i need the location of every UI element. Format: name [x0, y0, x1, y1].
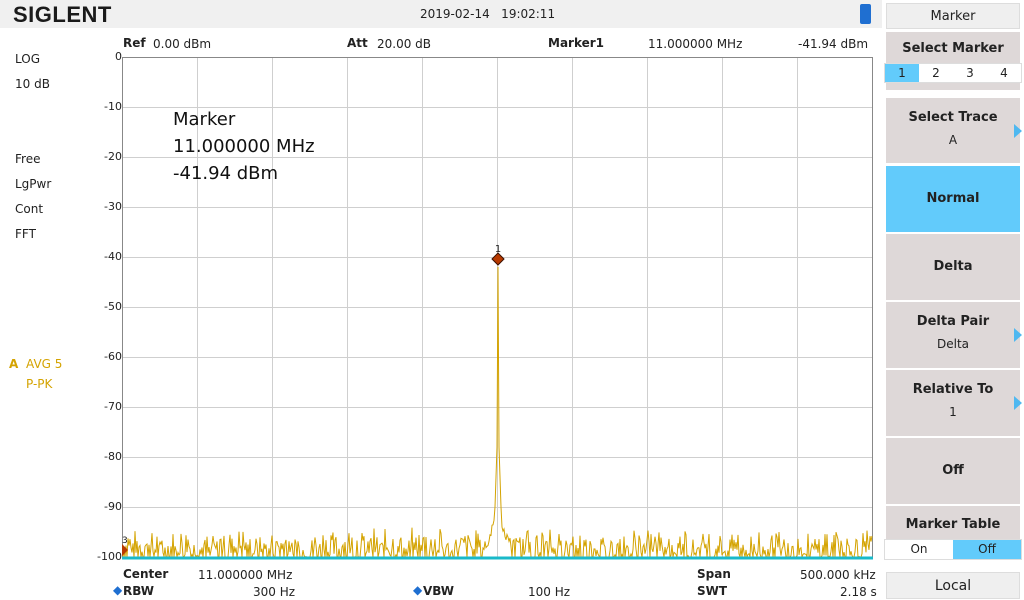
- arrow-right-icon: [1014, 396, 1022, 410]
- off-button[interactable]: Off: [886, 438, 1020, 504]
- sweep-mode: Cont: [15, 202, 44, 216]
- relative-to-button[interactable]: Relative To 1: [886, 370, 1022, 436]
- select-trace-button[interactable]: Select Trace A: [886, 98, 1022, 163]
- swt-label: SWT: [697, 584, 728, 598]
- normal-button[interactable]: Normal: [886, 166, 1020, 232]
- avg-type: LgPwr: [15, 177, 52, 191]
- delta-pair-label: Delta Pair: [916, 314, 990, 329]
- scale-div: 10 dB: [15, 77, 50, 91]
- marker-readout-amp: -41.94 dBm: [173, 163, 279, 184]
- marker-table-label: Marker Table: [905, 517, 1001, 532]
- y-tick-label: -10: [104, 100, 122, 113]
- rbw-label: RBW: [123, 584, 154, 598]
- ref-value: 0.00 dBm: [153, 37, 212, 51]
- y-tick-label: -80: [104, 450, 122, 463]
- marker-number: 1: [495, 244, 501, 255]
- marker-1[interactable]: 1: [491, 244, 505, 266]
- rbw-auto-icon: ◆: [113, 583, 123, 597]
- trace-id: A: [9, 357, 19, 371]
- ref-label: Ref: [123, 36, 146, 50]
- marker-table-toggle: On Off: [884, 539, 1022, 560]
- marker-readout: Marker 11.000000 MHz -41.94 dBm: [173, 106, 315, 187]
- y-tick-label: -60: [104, 350, 122, 363]
- marker-tab-4[interactable]: 4: [987, 64, 1021, 82]
- span-value[interactable]: 500.000 kHz: [800, 568, 876, 582]
- arrow-right-icon: [1014, 328, 1022, 342]
- att-value: 20.00 dB: [377, 37, 432, 51]
- delta-button[interactable]: Delta: [886, 234, 1020, 300]
- swt-value[interactable]: 2.18 s: [840, 585, 877, 599]
- center-label: Center: [123, 567, 169, 581]
- select-trace-value: A: [948, 133, 958, 147]
- trace-avg: AVG 5: [26, 357, 63, 371]
- softkey-menu: Marker Select Marker 1 2 3 4 Select Trac…: [882, 0, 1024, 600]
- marker-readout-title: Marker: [173, 109, 236, 130]
- menu-title: Marker: [886, 3, 1020, 29]
- vbw-label: VBW: [423, 584, 455, 598]
- marker-edge-label: 3: [122, 536, 128, 546]
- relative-to-value: 1: [949, 405, 957, 419]
- trigger-mode: Free: [15, 152, 41, 166]
- marker-readout-freq: 11.000000 MHz: [173, 136, 315, 157]
- marker-tabs: 1 2 3 4: [884, 63, 1022, 83]
- relative-to-label: Relative To: [912, 382, 994, 397]
- select-trace-label: Select Trace: [908, 110, 998, 125]
- marker-amp: -41.94 dBm: [798, 37, 869, 51]
- marker-table-off[interactable]: Off: [953, 540, 1021, 559]
- arrow-right-icon: [1014, 124, 1022, 138]
- att-label: Att: [347, 36, 368, 50]
- marker-freq: 11.000000 MHz: [648, 37, 743, 51]
- delta-pair-button[interactable]: Delta Pair Delta: [886, 302, 1022, 368]
- vbw-value[interactable]: 100 Hz: [528, 585, 570, 599]
- marker-tab-2[interactable]: 2: [919, 64, 953, 82]
- local-button[interactable]: Local: [886, 572, 1020, 599]
- y-tick-label: -90: [104, 500, 122, 513]
- siglent-logo: SIGLENT: [13, 2, 112, 27]
- y-tick-label: -50: [104, 300, 122, 313]
- marker-label: Marker1: [548, 36, 605, 50]
- marker-tab-3[interactable]: 3: [953, 64, 987, 82]
- center-value[interactable]: 11.000000 MHz: [198, 568, 292, 582]
- scale-type: LOG: [15, 52, 41, 66]
- trace-detector: P-PK: [26, 377, 53, 391]
- y-tick-label: -20: [104, 150, 122, 163]
- y-tick-label: -40: [104, 250, 122, 263]
- y-tick-label: -100: [97, 550, 122, 563]
- rbw-value[interactable]: 300 Hz: [253, 585, 295, 599]
- span-label: Span: [697, 567, 731, 581]
- datetime: 2019-02-14 19:02:11: [420, 7, 556, 21]
- battery-icon: [860, 4, 871, 24]
- vbw-auto-icon: ◆: [413, 583, 423, 597]
- delta-pair-value: Delta: [936, 337, 969, 351]
- y-tick-label: -70: [104, 400, 122, 413]
- marker-table-on[interactable]: On: [885, 540, 953, 559]
- y-tick-label: -30: [104, 200, 122, 213]
- sweep-type: FFT: [15, 227, 36, 241]
- select-marker-label: Select Marker: [902, 41, 1004, 56]
- marker-tab-1[interactable]: 1: [885, 64, 919, 82]
- y-tick-label: 0: [115, 50, 122, 63]
